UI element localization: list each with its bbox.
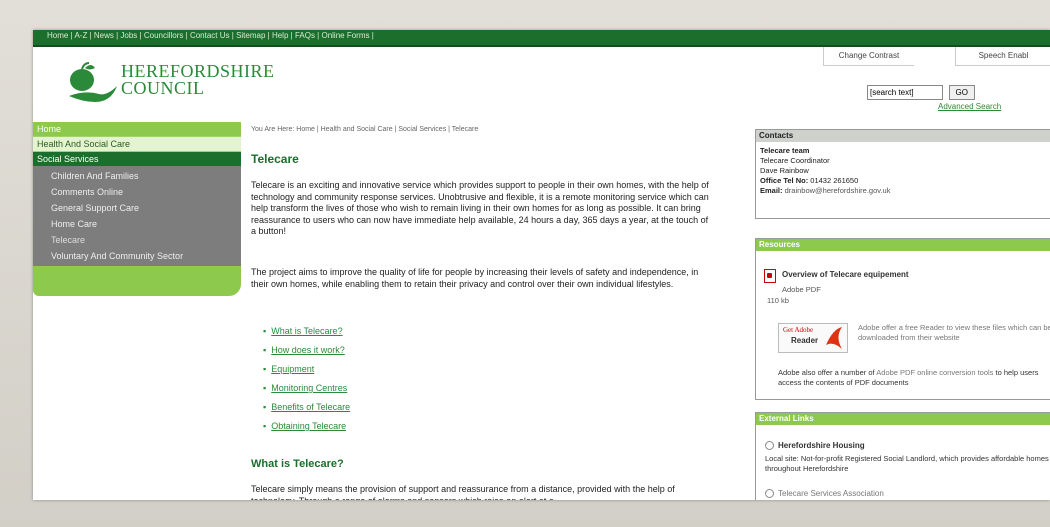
toc-link-monitoring-centres[interactable]: Monitoring Centres [271,383,347,393]
nav-home[interactable]: Home [33,122,241,136]
tel-number: 01432 261650 [810,176,859,185]
speech-enable-link[interactable]: Speech Enabl [955,47,1050,66]
toc-link-how-does-it-work[interactable]: How does it work? [271,345,345,355]
toc-link-obtaining[interactable]: Obtaining Telecare [271,421,346,431]
nav-health-and-social-care[interactable]: Health And Social Care [33,136,241,152]
what-is-paragraph: Telecare simply means the provision of s… [251,484,675,500]
globe-icon [765,441,774,451]
email-label: Email: [760,186,783,195]
contacts-panel: Contacts Telecare team Telecare Coordina… [755,129,1050,219]
top-nav-link[interactable]: A-Z [74,31,87,40]
nav-footer-decoration [33,266,241,296]
nav-item-comments-online[interactable]: Comments Online [33,184,241,200]
globe-icon [765,489,774,499]
adobe-reader-description: Adobe offer a free Reader to view these … [858,323,1050,342]
contact-role: Telecare Coordinator [760,156,830,165]
resource-doc-type: Adobe PDF [782,285,821,294]
toc-link-what-is-telecare[interactable]: What is Telecare? [271,326,342,336]
contact-team: Telecare team [760,146,810,155]
left-sidebar-nav: Home Health And Social Care Social Servi… [33,122,241,296]
nav-item-telecare[interactable]: Telecare [33,232,241,248]
search-input[interactable] [867,85,943,100]
page-title: Telecare [251,152,299,166]
list-item: ▪ Monitoring Centres [263,383,348,393]
list-item: ▪ Obtaining Telecare [263,421,347,431]
top-nav-link[interactable]: Home [47,31,68,40]
breadcrumb: You Are Here: Home | Health and Social C… [251,126,479,133]
top-nav-bar: Home | A-Z | News | Jobs | Councillors |… [33,30,1050,47]
toc-link-equipment[interactable]: Equipment [271,364,314,374]
adobe-reader-icon [826,327,842,349]
list-item: ▪ What is Telecare? [263,326,343,336]
top-nav-links: Home | A-Z | News | Jobs | Councillors |… [47,31,374,40]
get-adobe-reader-button[interactable]: Get Adobe Reader [778,323,848,353]
change-contrast-link[interactable]: Change Contrast [823,47,914,66]
resource-doc-link[interactable]: Overview of Telecare equipement [782,270,909,279]
aims-paragraph: The project aims to improve the quality … [251,267,699,289]
note-text: Adobe also offer a number of [778,368,877,377]
top-nav-link[interactable]: Help [272,31,288,40]
pdf-icon [764,269,776,283]
external-link-telecare-services-association[interactable]: Telecare Services Association [765,489,884,499]
logo-line-2: COUNCIL [121,78,205,98]
external-link-label: Telecare Services Association [778,489,884,498]
resource-doc-size: 110 kb [767,296,789,305]
top-nav-link[interactable]: Councillors [144,31,184,40]
intro-paragraph: Telecare is an exciting and innovative s… [251,180,709,236]
external-links-panel: External Links Herefordshire Housing Loc… [755,412,1050,500]
nav-item-voluntary-and-community-sector[interactable]: Voluntary And Community Sector [33,248,241,264]
external-link-description: Local site: Not-for-profit Registered So… [765,454,1049,473]
tel-label: Office Tel No: [760,176,809,185]
adobe-conversion-link[interactable]: Adobe PDF online conversion tools [876,368,993,377]
contacts-body: Telecare team Telecare Coordinator Dave … [756,142,1050,196]
email-link[interactable]: drainbow@herefordshire.gov.uk [785,186,891,195]
resources-header: Resources [756,239,1050,251]
nav-item-home-care[interactable]: Home Care [33,216,241,232]
contents-list: ▪ What is Telecare? ▪ How does it work? ▪ E… [263,326,350,440]
section-heading-what-is-telecare: What is Telecare? [251,458,344,470]
toc-link-benefits[interactable]: Benefits of Telecare [271,402,350,412]
web-page: Home | A-Z | News | Jobs | Councillors |… [33,30,1050,500]
advanced-search-link[interactable]: Advanced Search [938,102,1001,111]
nav-social-services[interactable]: Social Services [33,152,241,166]
council-logo[interactable]: HEREFORDSHIRE COUNCIL [65,60,274,104]
nav-item-general-support-care[interactable]: General Support Care [33,200,241,216]
external-link-herefordshire-housing[interactable]: Herefordshire Housing [765,441,865,451]
top-nav-separator: | [369,31,374,40]
search-go-button[interactable]: GO [948,85,975,100]
top-nav-link[interactable]: Contact Us [190,31,230,40]
adobe-reader-text: Reader [791,336,819,345]
top-nav-link[interactable]: Sitemap [236,31,265,40]
contacts-header: Contacts [756,130,1050,142]
top-nav-link[interactable]: Jobs [120,31,137,40]
search-form: GO [867,85,975,100]
resources-panel: Resources Overview of Telecare equipemen… [755,238,1050,400]
external-links-header: External Links [756,413,1050,425]
top-nav-link[interactable]: Online Forms [321,31,369,40]
external-link-label: Herefordshire Housing [778,441,865,450]
nav-sub-items: Children And Families Comments Online Ge… [33,166,241,266]
contact-name: Dave Rainbow [760,166,809,175]
adobe-conversion-note: Adobe also offer a number of Adobe PDF o… [778,368,1050,388]
top-nav-link[interactable]: FAQs [295,31,315,40]
list-item: ▪ Equipment [263,364,315,374]
nav-item-children-and-families[interactable]: Children And Families [33,168,241,184]
apple-logo-icon [69,62,117,102]
top-nav-link[interactable]: News [94,31,114,40]
list-item: ▪ How does it work? [263,345,345,355]
list-item: ▪ Benefits of Telecare [263,402,351,412]
adobe-get-text: Get Adobe [783,326,814,334]
